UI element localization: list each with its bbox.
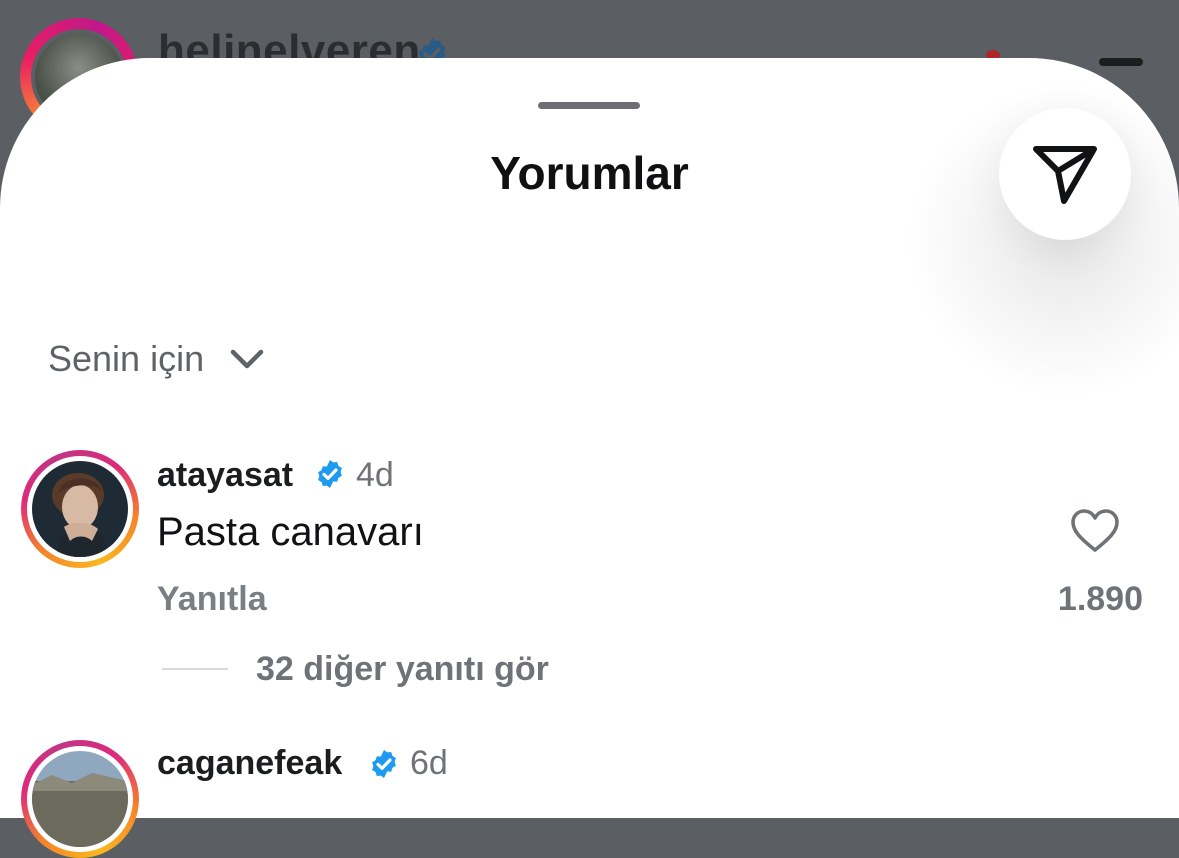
comment-username[interactable]: atayasat (157, 456, 293, 495)
avatar (32, 461, 128, 557)
heart-icon[interactable] (1070, 508, 1120, 554)
share-button[interactable] (999, 108, 1131, 240)
avatar (32, 751, 128, 847)
avatar-story-ring[interactable] (21, 450, 139, 568)
like-count: 1.890 (1057, 580, 1143, 618)
view-replies-button[interactable]: 32 diğer yanıtı gör (256, 650, 549, 689)
comment-timestamp: 4d (356, 456, 394, 494)
sort-selector[interactable]: Senin için (48, 338, 264, 380)
comment-timestamp: 6d (410, 744, 448, 782)
avatar-ring-gap (27, 456, 133, 562)
background-menu-icon (1099, 58, 1143, 66)
verified-badge-icon (372, 750, 396, 778)
verified-badge-icon (318, 460, 342, 488)
avatar-photo (32, 461, 128, 557)
sort-label: Senin için (48, 338, 205, 379)
comment-username[interactable]: caganefeak (157, 744, 342, 783)
avatar-ring-gap (27, 746, 133, 852)
comments-sheet: Yorumlar Senin için (0, 58, 1179, 818)
chevron-down-icon (230, 349, 264, 369)
sheet-grabber[interactable] (538, 102, 640, 109)
replies-divider (162, 668, 228, 670)
avatar-story-ring[interactable] (21, 740, 139, 858)
paper-plane-icon (1033, 146, 1097, 204)
reply-button[interactable]: Yanıtla (157, 580, 267, 619)
avatar-photo (32, 751, 128, 847)
comment-text: Pasta canavarı (157, 510, 424, 554)
